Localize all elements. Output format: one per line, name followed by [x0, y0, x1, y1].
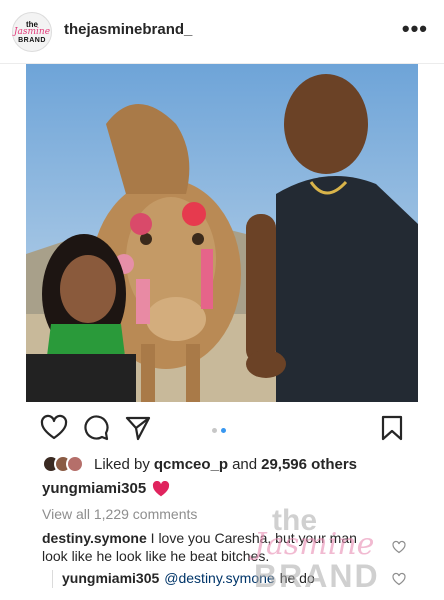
share-icon[interactable]: [124, 414, 152, 442]
caption-username[interactable]: yungmiami305: [42, 480, 146, 497]
post-header: the Jasmine BRAND thejasminebrand_ •••: [0, 0, 444, 64]
post-username[interactable]: thejasminebrand_: [64, 21, 192, 38]
action-bar: [0, 406, 444, 450]
account-avatar[interactable]: the Jasmine BRAND: [12, 12, 52, 52]
caption: yungmiami305: [42, 480, 170, 497]
carousel-dot-active: [221, 428, 226, 433]
more-icon[interactable]: •••: [402, 18, 428, 40]
reply-item: yungmiami305 @destiny.symone he do: [62, 570, 315, 586]
comment-like-heart-icon[interactable]: [392, 540, 406, 554]
reply-indent-line: [52, 570, 53, 588]
liker-avatars: [42, 453, 88, 475]
post-photo[interactable]: [26, 64, 418, 402]
liked-by-prefix: Liked by: [94, 455, 150, 473]
avatar-text-jasmine: Jasmine: [13, 26, 51, 37]
reply-username[interactable]: yungmiami305: [62, 570, 159, 586]
heart-icon[interactable]: [40, 414, 68, 442]
carousel-dot: [212, 428, 217, 433]
comment-username[interactable]: destiny.symone: [42, 530, 147, 546]
liker-username[interactable]: qcmceo_p: [154, 456, 228, 473]
bookmark-icon[interactable]: [378, 414, 406, 442]
comment-item: destiny.symone I love you Caresha, but y…: [42, 529, 382, 565]
red-heart-emoji: [153, 480, 170, 496]
photo-illustration: [26, 64, 418, 402]
comment-icon[interactable]: [82, 414, 110, 442]
view-all-comments[interactable]: View all 1,229 comments: [42, 506, 197, 522]
reply-like-heart-icon[interactable]: [392, 572, 406, 586]
likes-row[interactable]: Liked by qcmceo_p and 29,596 others: [42, 452, 357, 476]
reply-text: he do: [279, 570, 315, 586]
likes-others-count[interactable]: 29,596 others: [261, 456, 357, 473]
likes-and: and: [232, 455, 258, 473]
reply-mention[interactable]: @destiny.symone: [164, 570, 274, 586]
avatar-text-brand: BRAND: [18, 36, 46, 44]
carousel-indicator: [212, 428, 226, 433]
liker-avatar: [66, 455, 84, 473]
